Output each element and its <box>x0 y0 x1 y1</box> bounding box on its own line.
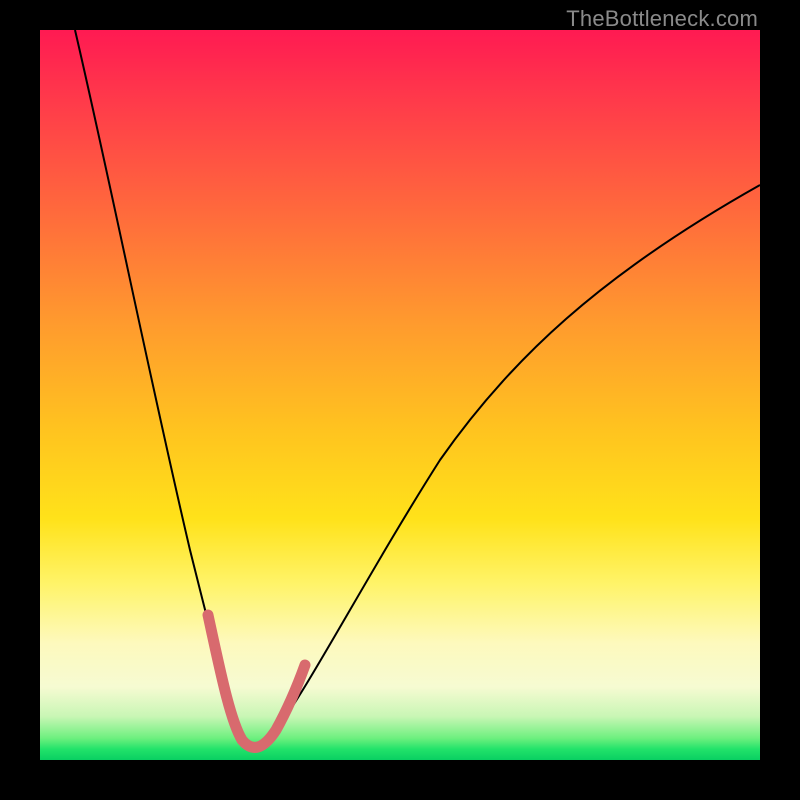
bottleneck-curve <box>75 30 760 746</box>
chart-frame: TheBottleneck.com <box>0 0 800 800</box>
bottleneck-curve-svg <box>40 30 760 760</box>
watermark-text: TheBottleneck.com <box>566 6 758 32</box>
plot-area <box>40 30 760 760</box>
optimal-zone-highlight <box>208 615 305 747</box>
